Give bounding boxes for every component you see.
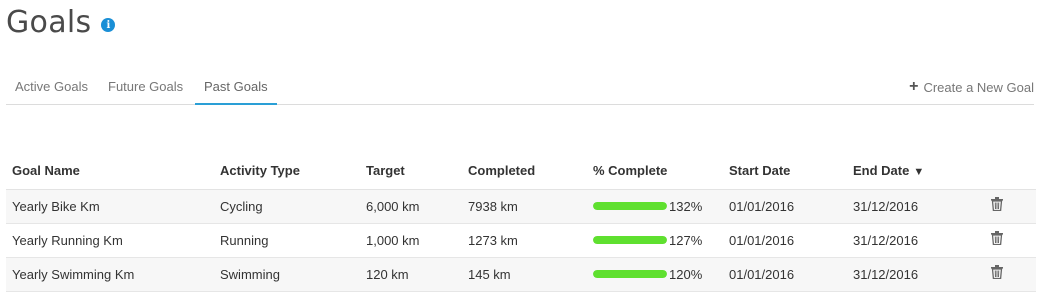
row-actions xyxy=(977,257,1036,292)
completed: 145 km xyxy=(462,257,587,292)
row-actions xyxy=(977,189,1036,224)
column-start-date[interactable]: Start Date xyxy=(723,152,847,190)
target: 1,000 km xyxy=(360,223,462,258)
tab-past-goals[interactable]: Past Goals xyxy=(195,78,277,105)
start-date: 01/01/2016 xyxy=(723,223,847,258)
info-icon[interactable]: i xyxy=(101,18,116,32)
trash-icon[interactable] xyxy=(991,196,1005,213)
table-row: Yearly Swimming Km Swimming 120 km 145 k… xyxy=(6,257,1036,292)
percent-label: 132% xyxy=(669,198,703,214)
percent-label: 120% xyxy=(669,266,703,282)
percent-complete: 127% xyxy=(587,223,723,258)
start-date: 01/01/2016 xyxy=(723,189,847,224)
table-row: Yearly Running Km Running 1,000 km 1273 … xyxy=(6,223,1036,258)
column-target[interactable]: Target xyxy=(360,152,462,190)
percent-complete: 132% xyxy=(587,189,723,224)
column-end-date-label: End Date xyxy=(853,162,910,178)
create-goal-label: Create a New Goal xyxy=(923,79,1034,95)
activity-type: Running xyxy=(214,223,360,258)
progress-bar xyxy=(593,236,667,244)
column-activity-type[interactable]: Activity Type xyxy=(214,152,360,190)
progress-bar xyxy=(593,270,667,278)
activity-type: Cycling xyxy=(214,189,360,224)
target: 6,000 km xyxy=(360,189,462,224)
tabs-bar: Active Goals Future Goals Past Goals + C… xyxy=(6,74,1034,105)
end-date: 31/12/2016 xyxy=(847,257,977,292)
start-date: 01/01/2016 xyxy=(723,257,847,292)
end-date: 31/12/2016 xyxy=(847,189,977,224)
progress-fill xyxy=(593,236,667,244)
percent-label: 127% xyxy=(669,232,703,248)
goal-name: Yearly Swimming Km xyxy=(6,257,214,292)
goal-name: Yearly Bike Km xyxy=(6,189,214,224)
create-goal-button[interactable]: + Create a New Goal xyxy=(909,78,1034,96)
end-date: 31/12/2016 xyxy=(847,223,977,258)
target: 120 km xyxy=(360,257,462,292)
progress-fill xyxy=(593,202,667,210)
trash-icon[interactable] xyxy=(991,264,1005,281)
progress-bar xyxy=(593,202,667,210)
page-title: Goals xyxy=(6,4,92,40)
column-percent-complete[interactable]: % Complete xyxy=(587,152,723,190)
completed: 7938 km xyxy=(462,189,587,224)
table-row: Yearly Bike Km Cycling 6,000 km 7938 km … xyxy=(6,189,1036,224)
table-header-row: Goal Name Activity Type Target Completed… xyxy=(6,152,1036,190)
column-actions xyxy=(977,152,1036,190)
progress-fill xyxy=(593,270,667,278)
page-header: Goals i xyxy=(6,4,116,40)
goal-name: Yearly Running Km xyxy=(6,223,214,258)
sort-desc-icon: ▼ xyxy=(913,165,925,178)
percent-complete: 120% xyxy=(587,257,723,292)
column-completed[interactable]: Completed xyxy=(462,152,587,190)
column-goal-name[interactable]: Goal Name xyxy=(6,152,214,190)
plus-icon: + xyxy=(909,78,919,95)
activity-type: Swimming xyxy=(214,257,360,292)
tab-future-goals[interactable]: Future Goals xyxy=(99,78,192,105)
completed: 1273 km xyxy=(462,223,587,258)
tab-active-goals[interactable]: Active Goals xyxy=(6,78,97,105)
column-end-date[interactable]: End Date ▼ xyxy=(847,152,977,190)
trash-icon[interactable] xyxy=(991,230,1005,247)
goals-table: Goal Name Activity Type Target Completed… xyxy=(6,152,1036,292)
row-actions xyxy=(977,223,1036,258)
